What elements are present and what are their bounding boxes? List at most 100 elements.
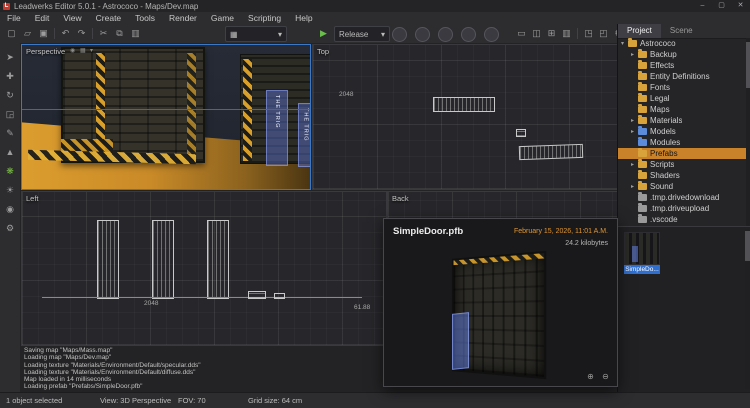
file-browser-scrollbar[interactable] [745,229,750,389]
menu-create[interactable]: Create [89,12,129,24]
menu-file[interactable]: File [0,12,28,24]
layout-three-icon[interactable]: ▥ [559,26,574,41]
wireframe-icon[interactable]: ◳ [581,26,596,41]
scrollbar-thumb[interactable] [745,231,750,261]
tree-scrollbar[interactable] [746,38,750,226]
folder-icon [638,150,647,157]
primitive-dropdown[interactable]: ▦ ▾ [225,26,287,42]
menu-tools[interactable]: Tools [128,12,162,24]
new-icon[interactable]: ▢ [4,26,19,41]
cut-icon[interactable]: ✂ [96,26,111,41]
wireframe-detail[interactable] [274,293,285,299]
tree-item-vscode[interactable]: .vscode [618,214,746,225]
tree-item-fonts[interactable]: Fonts [618,82,746,93]
light-tool-icon[interactable]: ☀ [2,182,18,198]
tree-item-tmp-drivedownload[interactable]: .tmp.drivedownload [618,192,746,203]
expand-arrow-icon[interactable]: ▸ [631,128,638,135]
tree-item-tmp-driveupload[interactable]: .tmp.driveupload [618,203,746,214]
build-config-dropdown[interactable]: Release ▾ [334,26,390,42]
expand-arrow-icon[interactable]: ▾ [621,40,628,47]
toolbar-toggle-3[interactable] [438,27,453,42]
minimize-button[interactable]: – [693,0,712,12]
ground-line [42,297,362,298]
menu-game[interactable]: Game [204,12,241,24]
tree-item-modules[interactable]: Modules [618,137,746,148]
close-button[interactable]: ✕ [731,0,750,12]
menu-render[interactable]: Render [162,12,204,24]
viewport-perspective[interactable]: THE TRIG THE TRIG Perspective ◉ ▦ ▾ [21,44,311,190]
asset-title: SimpleDoor.pfb [393,226,463,237]
play-button[interactable]: ▶ [316,26,331,41]
door-wireframe-side[interactable] [207,220,229,299]
maximize-button[interactable]: ▢ [712,0,731,12]
expand-arrow-icon[interactable]: ▸ [631,51,638,58]
copy-icon[interactable]: ⧉ [112,26,127,41]
tree-item-effects[interactable]: Effects [618,60,746,71]
camera-tool-icon[interactable]: ◉ [2,201,18,217]
expand-arrow-icon[interactable]: ▸ [631,117,638,124]
tree-item-entity-definitions[interactable]: Entity Definitions [618,71,746,82]
zoom-in-icon[interactable]: ⊕ [585,371,596,382]
zoom-out-icon[interactable]: ⊖ [600,371,611,382]
move-tool-icon[interactable]: ✚ [2,68,18,84]
tree-item-prefabs[interactable]: Prefabs [618,148,746,159]
expand-arrow-icon[interactable]: ▸ [631,161,638,168]
tree-item-backup[interactable]: ▸ Backup [618,49,746,60]
tree-item-legal[interactable]: Legal [618,93,746,104]
tree-item-scripts[interactable]: ▸ Scripts [618,159,746,170]
tree-item-sound[interactable]: ▸ Sound [618,181,746,192]
terrain-tool-icon[interactable]: ▲ [2,144,18,160]
redo-icon[interactable]: ↷ [74,26,89,41]
door-wireframe-top[interactable] [433,97,495,112]
file-item-simpledoor[interactable]: SimpleDo... [624,232,660,274]
menu-view[interactable]: View [56,12,88,24]
expand-arrow-icon[interactable]: ▸ [631,183,638,190]
layout-four-icon[interactable]: ⊞ [544,26,559,41]
paste-icon[interactable]: ▥ [128,26,143,41]
toolbar-toggle-4[interactable] [461,27,476,42]
trigger-volume[interactable]: THE TRIG [266,90,288,166]
menu-scripting[interactable]: Scripting [241,12,288,24]
viewport-top[interactable]: Top 2048 [312,44,618,190]
tab-project[interactable]: Project [618,24,661,38]
tree-item-shaders[interactable]: Shaders [618,170,746,181]
toolbar-toggle-1[interactable] [392,27,407,42]
wireframe-detail[interactable] [516,129,526,137]
wireframe-detail[interactable] [248,291,266,299]
tree-item-maps[interactable]: Maps [618,104,746,115]
toolbar-toggle-5[interactable] [484,27,499,42]
trigger-volume[interactable]: THE TRIG [298,103,311,167]
door-wireframe-side[interactable] [152,220,174,299]
tab-scene[interactable]: Scene [661,24,702,38]
menu-help[interactable]: Help [288,12,319,24]
settings-tool-icon[interactable]: ⚙ [2,220,18,236]
door-wireframe-side[interactable] [97,220,119,299]
scale-tool-icon[interactable]: ◲ [2,106,18,122]
layout-two-icon[interactable]: ◫ [529,26,544,41]
viewport-option-icon[interactable]: ◉ [70,47,75,54]
menu-edit[interactable]: Edit [28,12,57,24]
viewport-option-icon[interactable]: ▾ [90,47,93,54]
viewport-left[interactable]: Left 2048 61.88 [21,191,387,346]
tree-item-materials[interactable]: ▸ Materials [618,115,746,126]
folder-icon [638,128,647,135]
tree-item-label: Shaders [650,171,680,180]
undo-icon[interactable]: ↶ [58,26,73,41]
open-icon[interactable]: ▱ [20,26,35,41]
tree-item-models[interactable]: ▸ Models [618,126,746,137]
toolbar-toggle-2[interactable] [415,27,430,42]
tree-item-label: Sound [650,182,673,191]
fullscreen-icon[interactable]: ◰ [596,26,611,41]
gizmo-axis-line[interactable] [22,109,310,110]
status-view: View: 3D Perspective [100,393,171,408]
layout-single-icon[interactable]: ▭ [514,26,529,41]
scrollbar-thumb[interactable] [746,42,750,88]
select-tool-icon[interactable]: ➤ [2,49,18,65]
vegetation-tool-icon[interactable]: ❋ [2,163,18,179]
tree-item-astrococo[interactable]: ▾ Astrococo [618,38,746,49]
brush-tool-icon[interactable]: ✎ [2,125,18,141]
rotate-tool-icon[interactable]: ↻ [2,87,18,103]
viewport-option-icon[interactable]: ▦ [80,47,86,54]
save-icon[interactable]: ▣ [36,26,51,41]
door-wireframe-top-2[interactable] [519,144,583,160]
